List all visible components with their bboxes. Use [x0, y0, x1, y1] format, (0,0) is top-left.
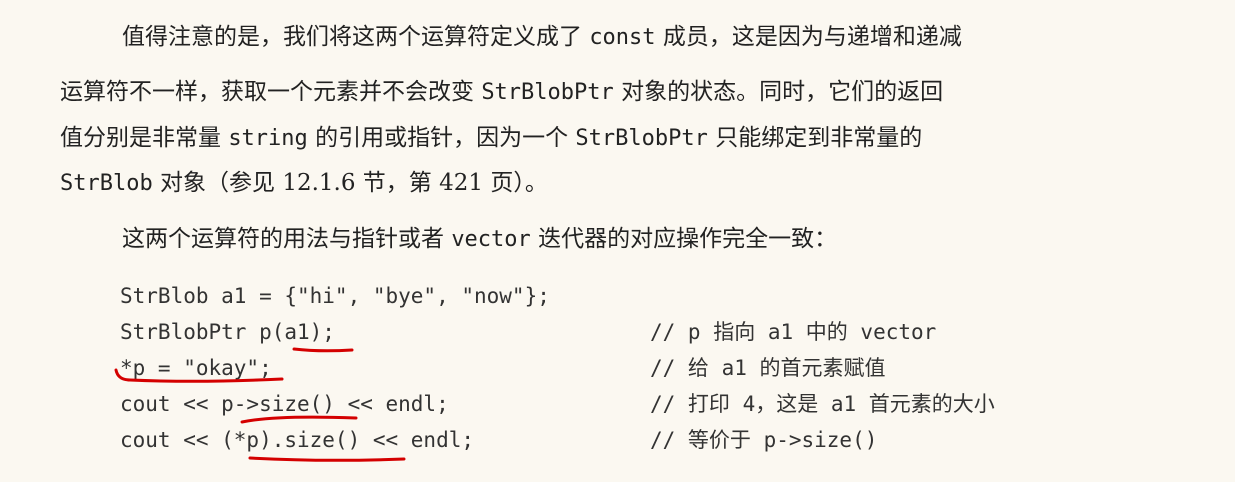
- code-strblobptr: StrBlobPtr: [575, 126, 708, 151]
- code-const: const: [589, 25, 656, 50]
- code-line: StrBlob a1 = {"hi", "bye", "now"};: [120, 278, 1220, 314]
- book-page: 值得注意的是，我们将这两个运算符定义成了 const 成员，这是因为与递增和递减…: [0, 0, 1235, 482]
- code-strblobptr: StrBlobPtr: [481, 80, 614, 105]
- code-statement: StrBlobPtr p(a1);: [120, 320, 335, 344]
- code-line: StrBlobPtr p(a1); // p 指向 a1 中的 vector: [120, 314, 1220, 350]
- code-statement: *p = "okay";: [120, 356, 272, 380]
- code-comment: // 打印 4，这是 a1 首元素的大小: [650, 392, 995, 416]
- paragraph-line: 运算符不一样，获取一个元素并不会改变 StrBlobPtr 对象的状态。同时，它…: [60, 79, 944, 105]
- code-comment: // 给 a1 的首元素赋值: [650, 356, 886, 380]
- code-line: cout << (*p).size() << endl; // 等价于 p->s…: [120, 422, 1220, 458]
- code-line: *p = "okay"; // 给 a1 的首元素赋值: [120, 350, 1220, 386]
- paragraph-line: 值得注意的是，我们将这两个运算符定义成了 const 成员，这是因为与递增和递减: [122, 24, 962, 50]
- paragraph-line: 值分别是非常量 string 的引用或指针，因为一个 StrBlobPtr 只能…: [60, 125, 923, 151]
- code-statement: cout << (*p).size() << endl;: [120, 428, 475, 452]
- code-vector: vector: [451, 227, 531, 252]
- paragraph-line: 这两个运算符的用法与指针或者 vector 迭代器的对应操作完全一致：: [122, 226, 838, 252]
- code-line: cout << p->size() << endl; // 打印 4，这是 a1…: [120, 386, 1220, 422]
- code-statement: StrBlob a1 = {"hi", "bye", "now"};: [120, 284, 550, 308]
- paragraph-line: StrBlob 对象（参见 12.1.6 节，第 421 页）。: [60, 170, 548, 196]
- code-comment: // 等价于 p->size(): [650, 428, 878, 452]
- code-comment: // p 指向 a1 中的 vector: [650, 320, 937, 344]
- code-strblob: StrBlob: [60, 171, 153, 196]
- code-string: string: [228, 126, 308, 151]
- code-statement: cout << p->size() << endl;: [120, 392, 449, 416]
